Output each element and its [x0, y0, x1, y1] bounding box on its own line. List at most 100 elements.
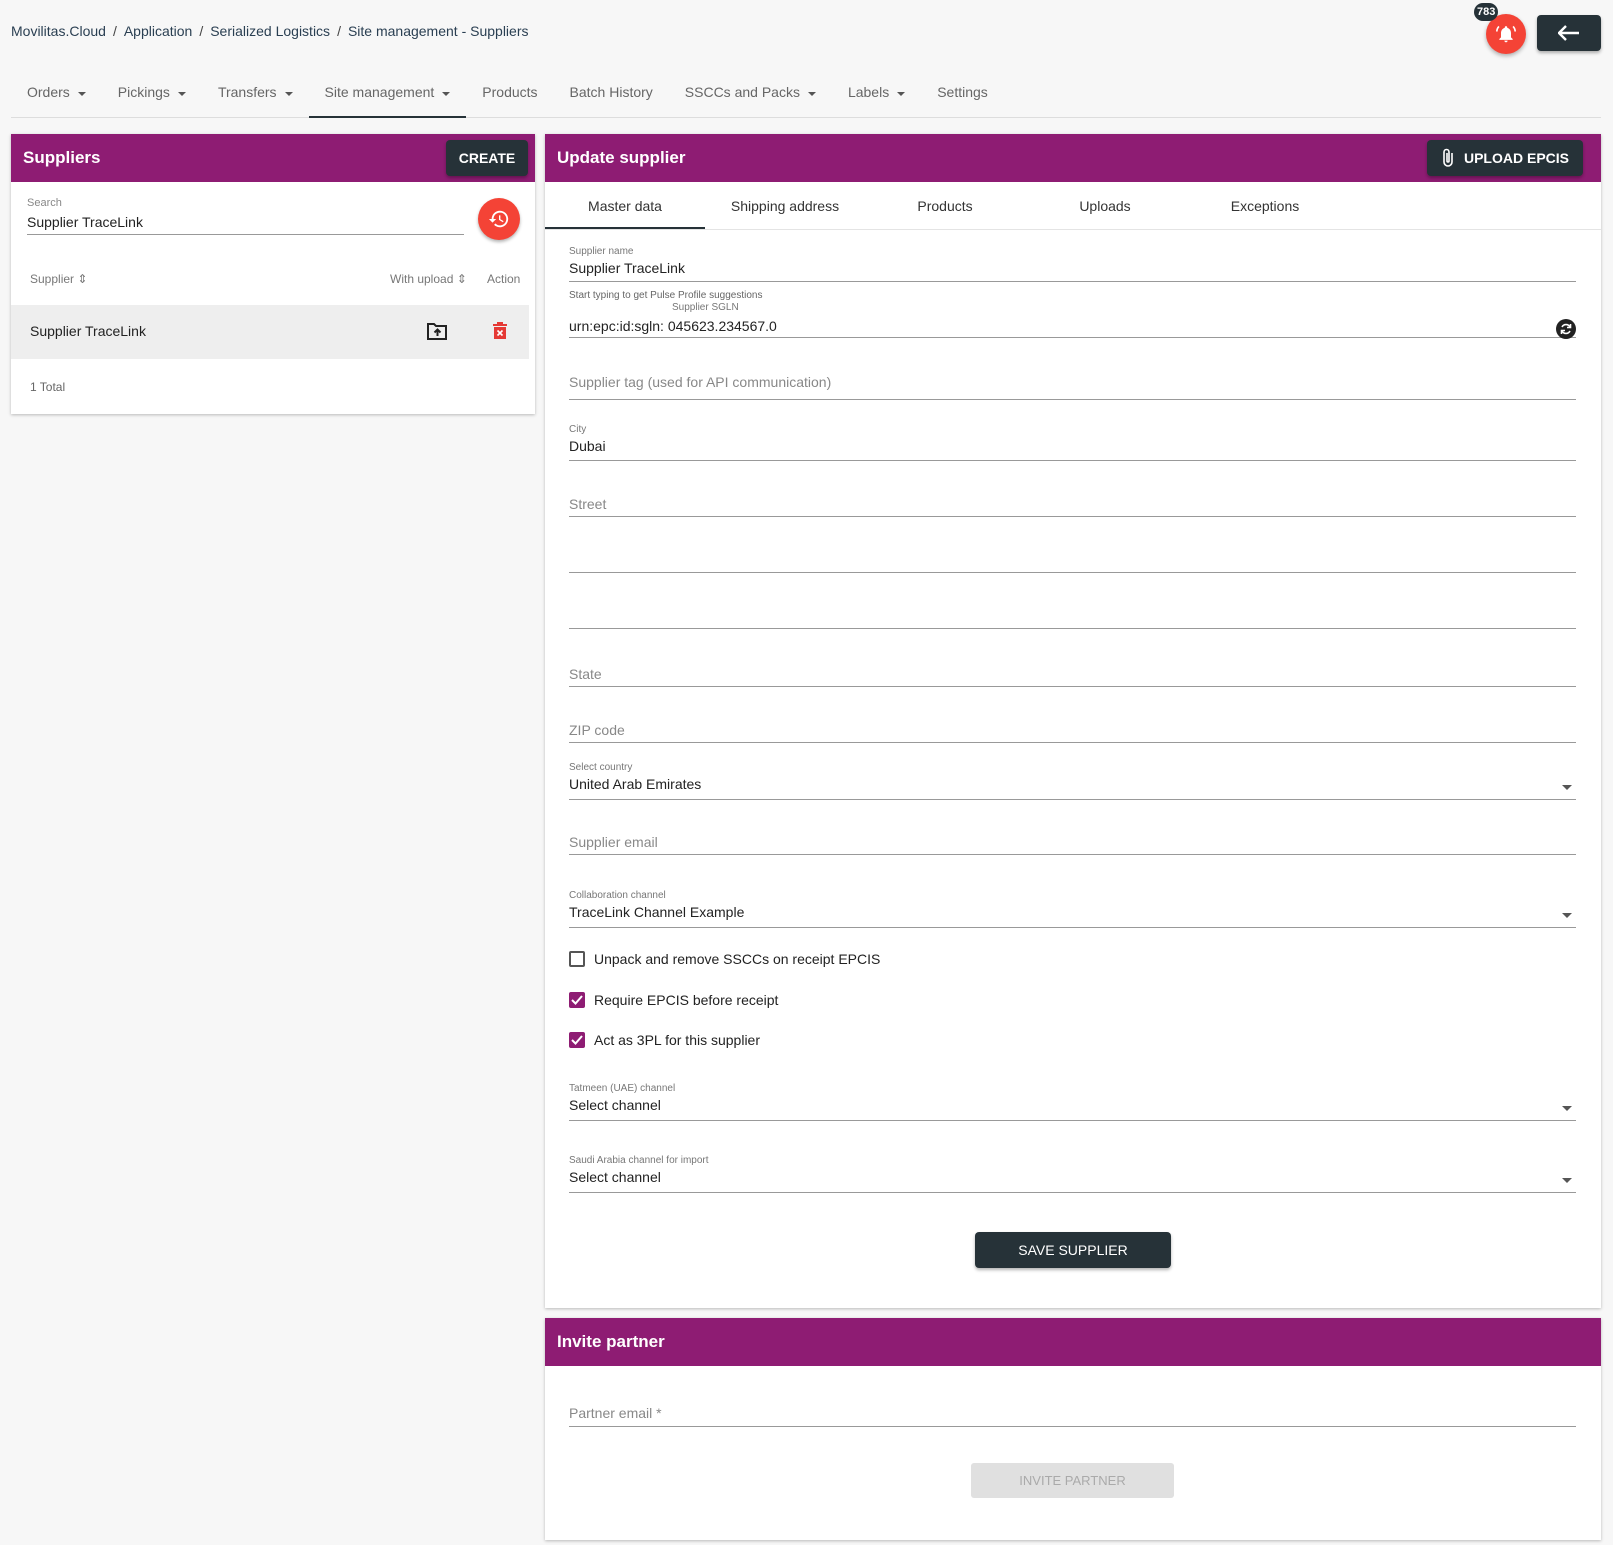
breadcrumb-movilitas[interactable]: Movilitas.Cloud	[11, 23, 106, 39]
collaboration-channel-label: Collaboration channel	[569, 890, 666, 901]
supplier-name-hint: Start typing to get Pulse Profile sugges…	[569, 290, 763, 301]
suppliers-header: Suppliers CREATE	[11, 134, 535, 182]
breadcrumb: Movilitas.Cloud / Application / Serialized L…	[11, 23, 529, 39]
nav-products[interactable]: Products	[466, 73, 553, 118]
nav-labels[interactable]: Labels	[832, 73, 921, 118]
chevron-down-icon	[1562, 913, 1572, 918]
supplier-tabs: Master data Shipping address Products Up…	[545, 182, 1601, 230]
sort-icon: ⇕	[456, 272, 467, 286]
supplier-name-value: Supplier TraceLink	[569, 260, 685, 276]
save-supplier-button[interactable]: SAVE SUPPLIER	[975, 1232, 1171, 1268]
nav-ssccs-packs[interactable]: SSCCs and Packs	[669, 73, 832, 118]
total-count: 1 Total	[30, 380, 66, 394]
zip-placeholder: ZIP code	[569, 722, 625, 738]
breadcrumb-application[interactable]: Application	[124, 23, 193, 39]
nav-settings[interactable]: Settings	[921, 73, 1004, 118]
tatmeen-channel-label: Tatmeen (UAE) channel	[569, 1083, 676, 1094]
checkbox-checked-icon	[569, 1032, 585, 1048]
supplier-name-label: Supplier name	[569, 246, 634, 257]
partner-email-placeholder: Partner email *	[569, 1405, 662, 1421]
street-field[interactable]: Street	[569, 496, 1576, 517]
suppliers-title: Suppliers	[23, 148, 101, 167]
back-button[interactable]	[1537, 15, 1601, 51]
street-line-3-field[interactable]	[569, 609, 1576, 629]
arrow-left-icon	[1558, 25, 1579, 41]
update-supplier-title: Update supplier	[557, 148, 686, 167]
street-placeholder: Street	[569, 496, 607, 512]
col-with-upload[interactable]: With upload ⇕	[390, 272, 467, 286]
tab-shipping-address[interactable]: Shipping address	[705, 182, 865, 229]
tab-products[interactable]: Products	[865, 182, 1025, 229]
saudi-channel-label: Saudi Arabia channel for import	[569, 1155, 709, 1166]
update-supplier-panel: Update supplier UPLOAD EPCIS Master data…	[545, 134, 1601, 1308]
breadcrumb-serialized-logistics[interactable]: Serialized Logistics	[210, 23, 330, 39]
city-field[interactable]: City Dubai	[569, 424, 1576, 461]
notifications-button[interactable]: 783	[1474, 3, 1526, 54]
collaboration-channel-select[interactable]: Collaboration channel TraceLink Channel …	[569, 890, 1576, 928]
caret-down-icon	[177, 92, 186, 96]
saudi-channel-value: Select channel	[569, 1169, 661, 1185]
nav-orders[interactable]: Orders	[11, 73, 102, 118]
supplier-name-cell: Supplier TraceLink	[30, 323, 146, 339]
sort-icon: ⇕	[77, 272, 88, 286]
state-field[interactable]: State	[569, 666, 1576, 687]
reset-search-button[interactable]	[478, 198, 520, 240]
caret-down-icon	[897, 92, 906, 96]
create-button[interactable]: CREATE	[446, 140, 528, 176]
search-label: Search	[27, 197, 62, 209]
nav-site-management[interactable]: Site management	[308, 73, 467, 118]
invite-partner-header: Invite partner	[545, 1318, 1601, 1366]
upload-folder-icon[interactable]	[427, 322, 448, 340]
tatmeen-channel-value: Select channel	[569, 1097, 661, 1113]
invite-partner-title: Invite partner	[557, 1332, 665, 1351]
act-as-3pl-checkbox[interactable]: Act as 3PL for this supplier	[569, 1032, 760, 1048]
country-value: United Arab Emirates	[569, 776, 702, 792]
breadcrumb-current[interactable]: Site management - Suppliers	[348, 23, 529, 39]
caret-down-icon	[77, 92, 86, 96]
sgln-field[interactable]: Supplier SGLN urn:epc:id:sgln: 045623.23…	[569, 302, 1576, 339]
zip-field[interactable]: ZIP code	[569, 722, 1576, 743]
street-line-2-field[interactable]	[569, 554, 1576, 573]
supplier-email-field[interactable]: Supplier email	[569, 834, 1576, 855]
supplier-email-placeholder: Supplier email	[569, 834, 658, 850]
col-action: Action	[487, 272, 521, 286]
unpack-checkbox[interactable]: Unpack and remove SSCCs on receipt EPCIS	[569, 951, 880, 967]
nav-pickings[interactable]: Pickings	[102, 73, 202, 118]
tab-exceptions[interactable]: Exceptions	[1185, 182, 1345, 229]
country-select[interactable]: Select country United Arab Emirates	[569, 762, 1576, 800]
nav-batch-history[interactable]: Batch History	[554, 73, 669, 118]
tatmeen-channel-select[interactable]: Tatmeen (UAE) channel Select channel	[569, 1083, 1576, 1121]
city-label: City	[569, 424, 587, 435]
checkbox-checked-icon	[569, 992, 585, 1008]
collaboration-channel-value: TraceLink Channel Example	[569, 904, 745, 920]
sgln-value: urn:epc:id:sgln: 045623.234567.0	[569, 318, 777, 334]
state-placeholder: State	[569, 666, 602, 682]
table-row[interactable]: Supplier TraceLink	[11, 305, 529, 359]
invite-partner-panel: Invite partner Partner email * INVITE PA…	[545, 1318, 1601, 1540]
search-input[interactable]: Supplier TraceLink	[27, 214, 464, 235]
chevron-down-icon	[1562, 785, 1572, 790]
tab-master-data[interactable]: Master data	[545, 182, 705, 229]
invite-partner-button[interactable]: INVITE PARTNER	[971, 1463, 1174, 1498]
saudi-channel-select[interactable]: Saudi Arabia channel for import Select c…	[569, 1155, 1576, 1193]
caret-down-icon	[284, 92, 293, 96]
tab-uploads[interactable]: Uploads	[1025, 182, 1185, 229]
update-supplier-header: Update supplier UPLOAD EPCIS	[545, 134, 1601, 182]
supplier-tag-placeholder: Supplier tag (used for API communication…	[569, 374, 832, 390]
delete-icon[interactable]	[492, 321, 508, 340]
col-supplier[interactable]: Supplier ⇕	[30, 272, 87, 286]
refresh-icon[interactable]	[1556, 319, 1576, 339]
nav-transfers[interactable]: Transfers	[202, 73, 309, 118]
partner-email-field[interactable]: Partner email *	[569, 1405, 1576, 1427]
city-value: Dubai	[569, 438, 606, 454]
supplier-name-field[interactable]: Supplier name Supplier TraceLink	[569, 246, 1576, 282]
require-epcis-checkbox[interactable]: Require EPCIS before receipt	[569, 992, 778, 1008]
chevron-down-icon	[1562, 1178, 1572, 1183]
notification-count-badge: 783	[1474, 3, 1499, 21]
upload-epcis-button[interactable]: UPLOAD EPCIS	[1427, 140, 1583, 176]
history-icon	[488, 210, 509, 228]
sgln-label: Supplier SGLN	[672, 302, 739, 313]
supplier-tag-field[interactable]: Supplier tag (used for API communication…	[569, 374, 1576, 400]
checkbox-unchecked-icon	[569, 951, 585, 967]
chevron-down-icon	[1562, 1106, 1572, 1111]
